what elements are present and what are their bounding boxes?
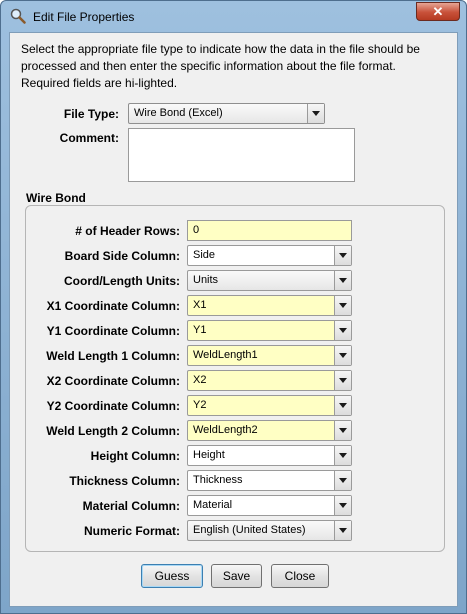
field-label: Thickness Column:: [69, 474, 180, 488]
field-value: English (United States): [193, 524, 306, 536]
chevron-down-icon[interactable]: [334, 346, 351, 365]
magnifier-icon: [10, 8, 26, 24]
comment-label: Comment:: [59, 131, 119, 145]
field-value: X2: [193, 374, 207, 386]
chevron-down-icon[interactable]: [334, 496, 351, 515]
field-value: Height: [193, 449, 225, 461]
instructions-line: processed and then enter the specific in…: [21, 59, 396, 73]
field-label: Y2 Coordinate Column:: [46, 399, 180, 413]
field-label: Material Column:: [82, 499, 180, 513]
field-value: Y1: [193, 324, 207, 336]
field-label: Weld Length 1 Column:: [46, 349, 180, 363]
field-combobox[interactable]: WeldLength2: [187, 420, 352, 441]
instructions-text: Select the appropriate file type to indi…: [21, 41, 451, 92]
chevron-down-icon[interactable]: [334, 296, 351, 315]
chevron-down-icon[interactable]: [334, 396, 351, 415]
field-combobox[interactable]: Height: [187, 445, 352, 466]
field-value: WeldLength1: [193, 349, 258, 361]
field-combobox[interactable]: Y2: [187, 395, 352, 416]
field-combobox[interactable]: X2: [187, 370, 352, 391]
comment-textarea[interactable]: [128, 128, 355, 182]
chevron-down-icon[interactable]: [334, 371, 351, 390]
instructions-line: Select the appropriate file type to indi…: [21, 42, 420, 56]
window-close-button[interactable]: ✕: [416, 2, 460, 21]
file-type-label: File Type:: [63, 107, 119, 121]
dialog-body: Select the appropriate file type to indi…: [9, 32, 458, 607]
field-value: X1: [193, 299, 207, 311]
field-value: Material: [193, 499, 233, 511]
chevron-down-icon[interactable]: [334, 246, 351, 265]
chevron-down-icon[interactable]: [334, 521, 351, 540]
field-value: 0: [193, 224, 200, 236]
save-button[interactable]: Save: [211, 564, 262, 588]
field-label: Numeric Format:: [83, 524, 180, 538]
field-dropdown[interactable]: Units: [187, 270, 352, 291]
dialog-window: Edit File Properties ✕ Select the approp…: [0, 0, 467, 614]
chevron-down-icon[interactable]: [307, 104, 324, 123]
field-combobox[interactable]: Thickness: [187, 470, 352, 491]
chevron-down-icon[interactable]: [334, 321, 351, 340]
field-value: Thickness: [193, 474, 243, 486]
field-label: Height Column:: [90, 449, 180, 463]
field-label: Weld Length 2 Column:: [46, 424, 180, 438]
field-combobox[interactable]: Material: [187, 495, 352, 516]
field-value: Y2: [193, 399, 207, 411]
field-combobox[interactable]: Side: [187, 245, 352, 266]
field-value: Units: [193, 274, 219, 286]
group-title: Wire Bond: [26, 191, 86, 205]
field-combobox[interactable]: Y1: [187, 320, 352, 341]
field-combobox[interactable]: X1: [187, 295, 352, 316]
field-text-input[interactable]: 0: [187, 220, 352, 241]
close-button[interactable]: Close: [271, 564, 329, 588]
field-label: X1 Coordinate Column:: [46, 299, 180, 313]
field-label: Board Side Column:: [64, 249, 180, 263]
field-label: Y1 Coordinate Column:: [46, 324, 180, 338]
chevron-down-icon[interactable]: [334, 421, 351, 440]
field-combobox[interactable]: WeldLength1: [187, 345, 352, 366]
chevron-down-icon[interactable]: [334, 271, 351, 290]
field-label: Coord/Length Units:: [64, 274, 180, 288]
chevron-down-icon[interactable]: [334, 471, 351, 490]
instructions-line: Required fields are hi-lighted.: [21, 76, 178, 90]
field-value: Side: [193, 249, 216, 261]
chevron-down-icon[interactable]: [334, 446, 351, 465]
close-icon: ✕: [432, 4, 444, 19]
field-dropdown[interactable]: English (United States): [187, 520, 352, 541]
guess-button[interactable]: Guess: [141, 564, 203, 588]
file-type-dropdown[interactable]: Wire Bond (Excel): [128, 103, 325, 124]
field-label: # of Header Rows:: [75, 224, 180, 238]
window-title: Edit File Properties: [33, 10, 135, 24]
field-value: WeldLength2: [193, 424, 258, 436]
field-label: X2 Coordinate Column:: [46, 374, 180, 388]
title-bar[interactable]: Edit File Properties ✕: [1, 1, 466, 31]
file-type-value: Wire Bond (Excel): [134, 107, 223, 119]
